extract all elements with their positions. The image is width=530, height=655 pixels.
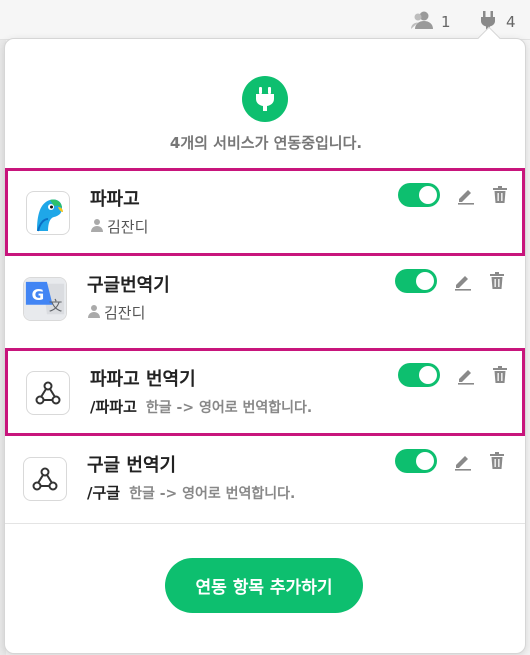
svg-text:文: 文 (49, 298, 62, 314)
user-icon (87, 304, 101, 322)
service-name: 구글 번역기 (87, 455, 177, 476)
members-count: 1 (441, 13, 451, 31)
service-item-google-translate[interactable]: G 文 구글번역기 김잔디 (5, 257, 525, 345)
google-translate-icon: G 文 (23, 277, 67, 321)
service-owner: 김잔디 (87, 302, 145, 323)
top-bar: 1 4 (0, 0, 530, 40)
webhook-icon (26, 371, 70, 415)
service-toggle[interactable] (395, 449, 437, 473)
add-integration-button[interactable]: 연동 항목 추가하기 (165, 558, 363, 613)
command-description: 한글 -> 영어로 번역합니다. (145, 399, 313, 416)
users-icon (411, 10, 433, 34)
toggle-knob (419, 186, 437, 204)
pencil-icon[interactable] (456, 365, 476, 385)
pencil-icon[interactable] (453, 271, 473, 291)
integrations-count: 4 (506, 13, 516, 31)
toggle-knob (416, 272, 434, 290)
command-description: 한글 -> 영어로 번역합니다. (129, 485, 296, 502)
divider (5, 523, 525, 524)
papago-parrot-icon (26, 191, 70, 235)
trash-icon[interactable] (487, 451, 507, 471)
service-command: /파파고 한글 -> 영어로 번역합니다. (90, 396, 312, 417)
trash-icon[interactable] (490, 365, 510, 385)
service-name: 구글번역기 (87, 275, 170, 296)
trash-icon[interactable] (487, 271, 507, 291)
slash-command: /파파고 (90, 398, 137, 416)
trash-icon[interactable] (490, 185, 510, 205)
service-name: 파파고 (90, 189, 140, 210)
slash-command: /구글 (87, 484, 121, 502)
toggle-knob (416, 452, 434, 470)
service-owner-name: 김잔디 (104, 304, 146, 322)
service-toggle[interactable] (398, 363, 440, 387)
service-owner-name: 김잔디 (107, 218, 149, 236)
service-owner: 김잔디 (90, 216, 148, 237)
webhook-icon (23, 457, 67, 501)
service-item-papago-translator[interactable]: 파파고 번역기 /파파고 한글 -> 영어로 번역합니다. (5, 348, 525, 436)
service-item-google-translator[interactable]: 구글 번역기 /구글 한글 -> 영어로 번역합니다. (5, 437, 525, 525)
members-button[interactable]: 1 (411, 10, 451, 34)
svg-text:G: G (32, 286, 45, 304)
integrations-popover: 4개의 서비스가 연동중입니다. 파파고 김잔디 G 文 구글번역기 김잔디 파… (4, 26, 526, 654)
service-name: 파파고 번역기 (90, 369, 196, 390)
service-toggle[interactable] (398, 183, 440, 207)
service-toggle[interactable] (395, 269, 437, 293)
service-command: /구글 한글 -> 영어로 번역합니다. (87, 482, 295, 503)
pencil-icon[interactable] (456, 185, 476, 205)
service-item-papago[interactable]: 파파고 김잔디 (5, 168, 525, 256)
integrations-summary: 4개의 서비스가 연동중입니다. (169, 134, 363, 152)
plug-icon (242, 76, 288, 122)
user-icon (90, 218, 104, 236)
toggle-knob (419, 366, 437, 384)
pencil-icon[interactable] (453, 451, 473, 471)
